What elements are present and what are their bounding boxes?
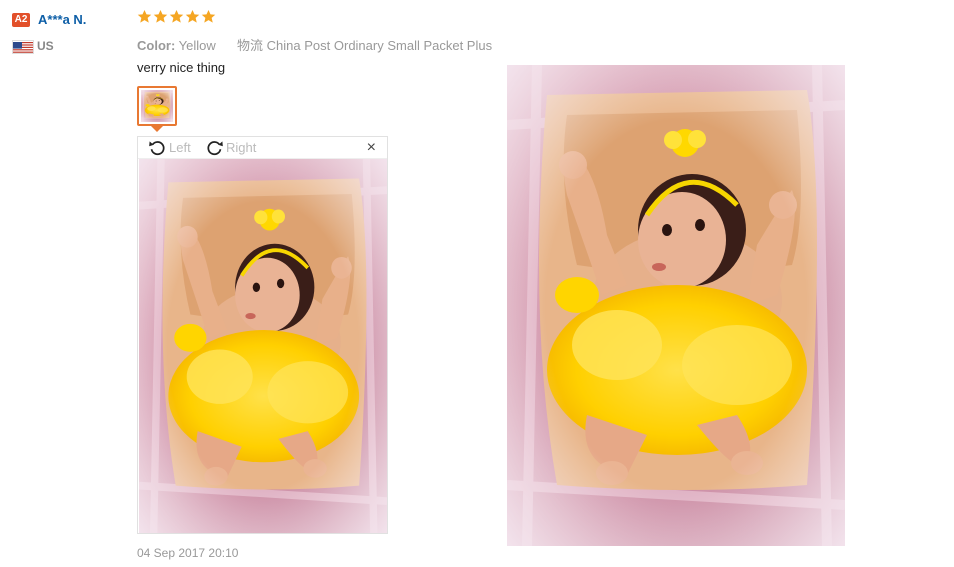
rotate-right-button[interactable]: Right: [204, 137, 256, 158]
viewer-toolbar: Left Right ×: [138, 137, 387, 159]
shipping-label: 物流: [237, 38, 264, 53]
user-level-badge: A2: [12, 13, 30, 27]
star-icon: [137, 9, 152, 23]
photo-viewer: Left Right ×: [137, 136, 388, 534]
rotate-left-label: Left: [169, 140, 191, 155]
color-label: Color:: [137, 38, 176, 53]
reviewer-name[interactable]: A***a N.: [38, 12, 86, 27]
thumbnail-pointer: [151, 126, 163, 132]
star-icon: [201, 9, 216, 23]
rotate-left-button[interactable]: Left: [147, 137, 191, 158]
star-icon: [185, 9, 200, 23]
expanded-review-photo: [139, 159, 387, 533]
rotate-left-icon: [149, 141, 165, 156]
review-photo-thumbnail[interactable]: [137, 86, 177, 126]
us-flag-icon: [12, 40, 34, 54]
star-icon: [169, 9, 184, 23]
thumbnail-image: [141, 90, 173, 122]
color-value: Yellow: [178, 38, 216, 53]
large-review-photo: [507, 65, 845, 546]
review-date: 04 Sep 2017 20:10: [137, 546, 239, 560]
rotate-right-icon: [207, 141, 223, 156]
shipping-value: China Post Ordinary Small Packet Plus: [266, 38, 493, 53]
reviewer-country: US: [37, 39, 54, 53]
review-comment: verry nice thing: [137, 60, 226, 75]
star-icon: [153, 9, 168, 23]
star-rating: [137, 9, 216, 29]
close-icon[interactable]: ×: [367, 139, 376, 157]
order-info: Color: Yellow 物流 China Post Ordinary Sma…: [137, 35, 492, 54]
rotate-right-label: Right: [226, 140, 257, 155]
